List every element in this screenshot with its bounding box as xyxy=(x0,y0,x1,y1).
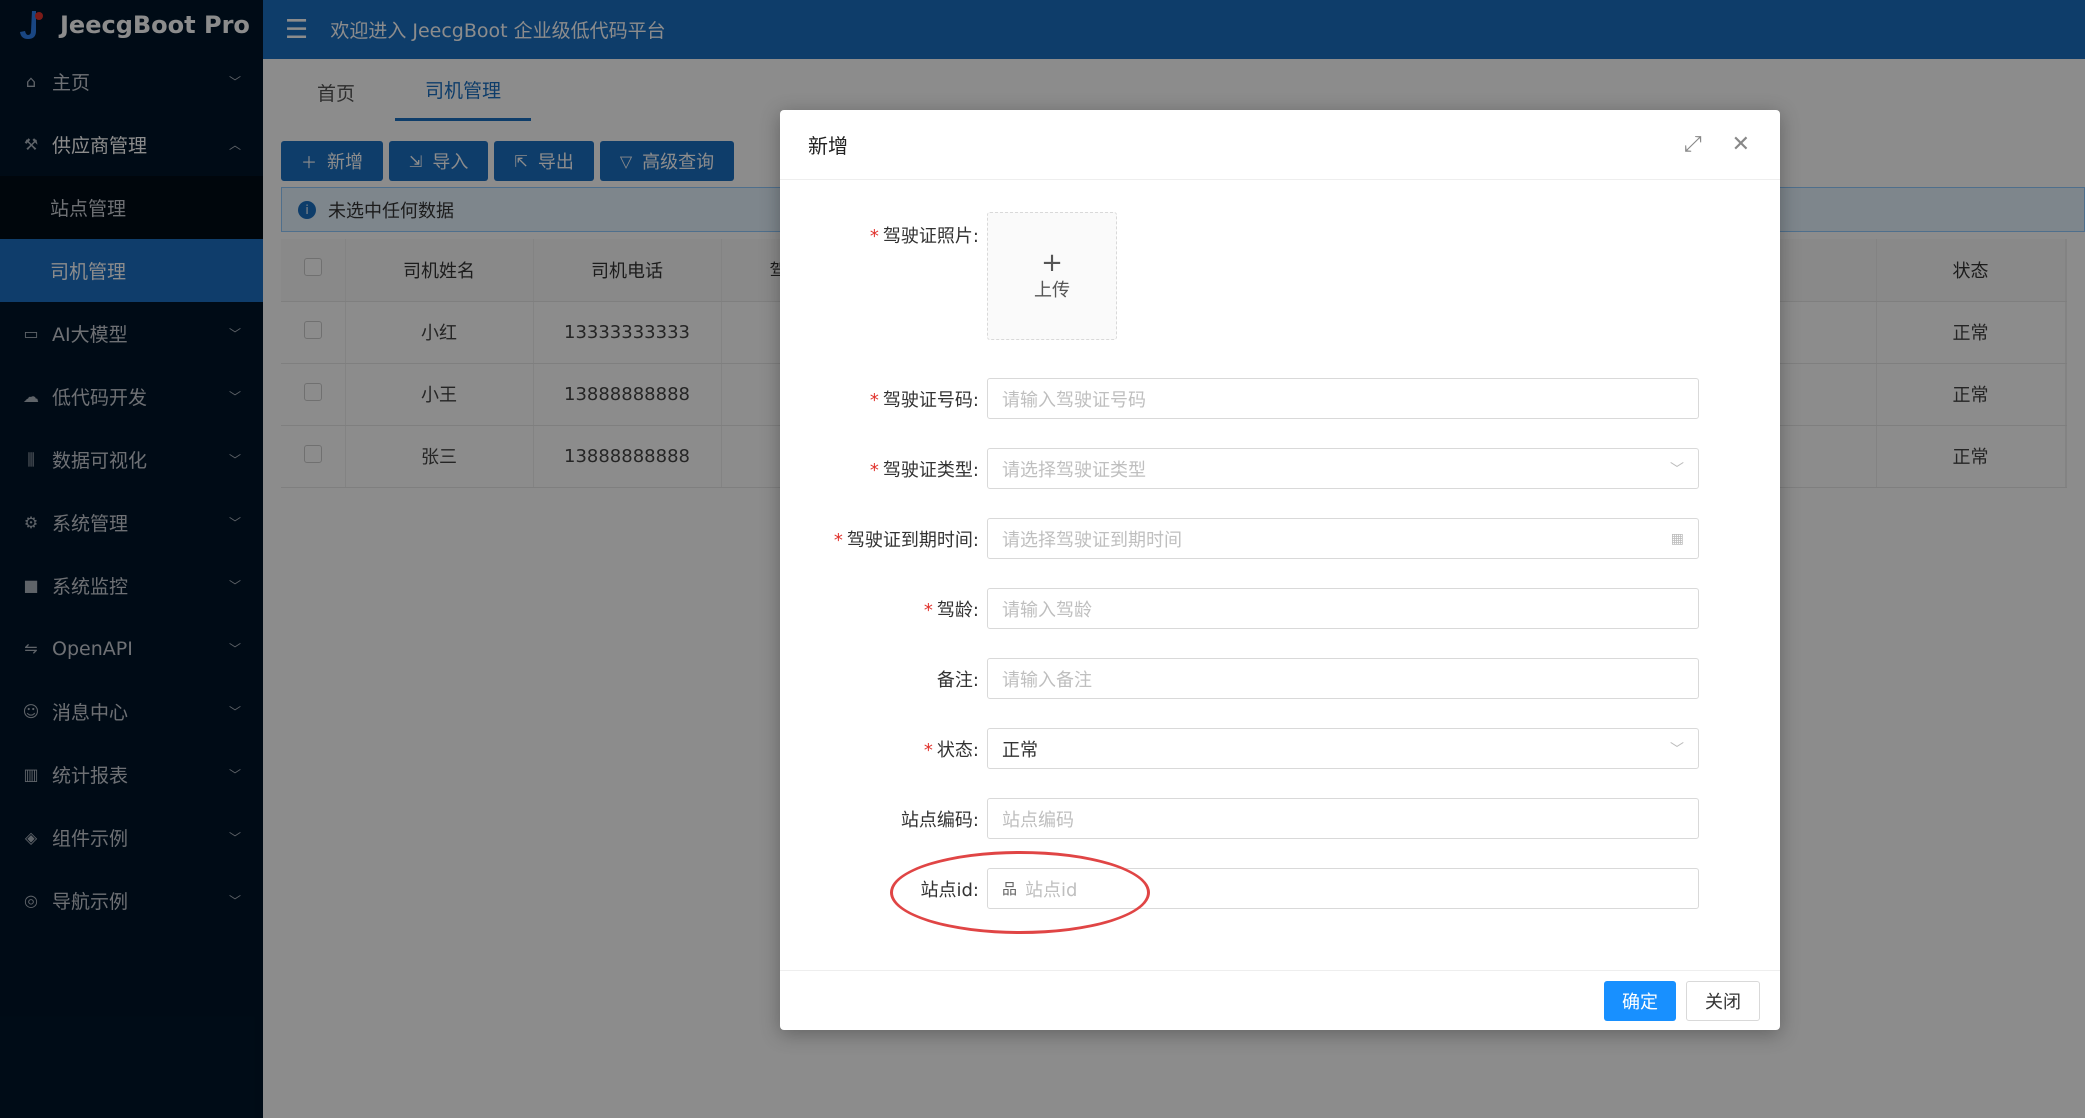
fullscreen-icon[interactable]: ⤢ xyxy=(1684,132,1702,157)
license-photo-upload[interactable]: + 上传 xyxy=(987,212,1117,340)
chevron-down-icon: ﹀ xyxy=(1670,461,1684,478)
form-label: * 状态: xyxy=(923,739,979,761)
close-icon[interactable]: ✕ xyxy=(1732,132,1750,157)
chevron-down-icon: ﹀ xyxy=(1670,741,1684,758)
form-row-license-type: * 驾驶证类型: 请选择驾驶证类型 ﹀ xyxy=(780,448,1780,489)
required-mark: * xyxy=(923,739,933,761)
highlight-annotation-circle xyxy=(890,851,1150,934)
required-mark: * xyxy=(869,389,879,411)
form-row-status: * 状态: 正常 ﹀ xyxy=(780,728,1780,769)
required-mark: * xyxy=(869,459,879,481)
form-label: * 驾驶证照片: xyxy=(869,226,979,247)
required-mark: * xyxy=(923,599,933,621)
required-mark: * xyxy=(833,529,843,551)
license-type-select[interactable]: 请选择驾驶证类型 ﹀ xyxy=(987,448,1699,489)
form-row-driving-age: * 驾龄: 请输入驾龄 xyxy=(780,588,1780,629)
form-row-remark: 备注: 请输入备注 xyxy=(780,658,1780,699)
status-select[interactable]: 正常 ﹀ xyxy=(987,728,1699,769)
required-mark: * xyxy=(869,226,879,247)
form-row-license-no: * 驾驶证号码: 请输入驾驶证号码 xyxy=(780,378,1780,419)
modal-header: 新增 ⤢ ✕ xyxy=(780,110,1780,180)
form-label: * 驾驶证到期时间: xyxy=(833,529,979,551)
form-row-license-photo: * 驾驶证照片: + 上传 xyxy=(780,212,1780,340)
form-row-site-code: 站点编码: 站点编码 xyxy=(780,798,1780,839)
site-code-input[interactable]: 站点编码 xyxy=(987,798,1699,839)
form-row-license-expire: * 驾驶证到期时间: 请选择驾驶证到期时间 ▦ xyxy=(780,518,1780,559)
form-label: * 驾驶证类型: xyxy=(869,459,979,481)
driving-age-input[interactable]: 请输入驾龄 xyxy=(987,588,1699,629)
modal-footer: 确定 关闭 xyxy=(780,970,1780,1030)
close-button[interactable]: 关闭 xyxy=(1686,980,1760,1021)
form-label: 备注: xyxy=(936,669,979,691)
plus-icon: + xyxy=(1041,248,1063,278)
license-no-input[interactable]: 请输入驾驶证号码 xyxy=(987,378,1699,419)
form-label: * 驾驶证号码: xyxy=(869,389,979,411)
form-label: * 驾龄: xyxy=(923,599,979,621)
modal-tools: ⤢ ✕ xyxy=(1684,132,1780,157)
modal-title: 新增 xyxy=(808,134,848,158)
form-label: 站点编码: xyxy=(900,809,979,831)
calendar-icon: ▦ xyxy=(1670,530,1684,547)
remark-input[interactable]: 请输入备注 xyxy=(987,658,1699,699)
confirm-button[interactable]: 确定 xyxy=(1604,980,1676,1021)
license-expire-date-picker[interactable]: 请选择驾驶证到期时间 ▦ xyxy=(987,518,1699,559)
